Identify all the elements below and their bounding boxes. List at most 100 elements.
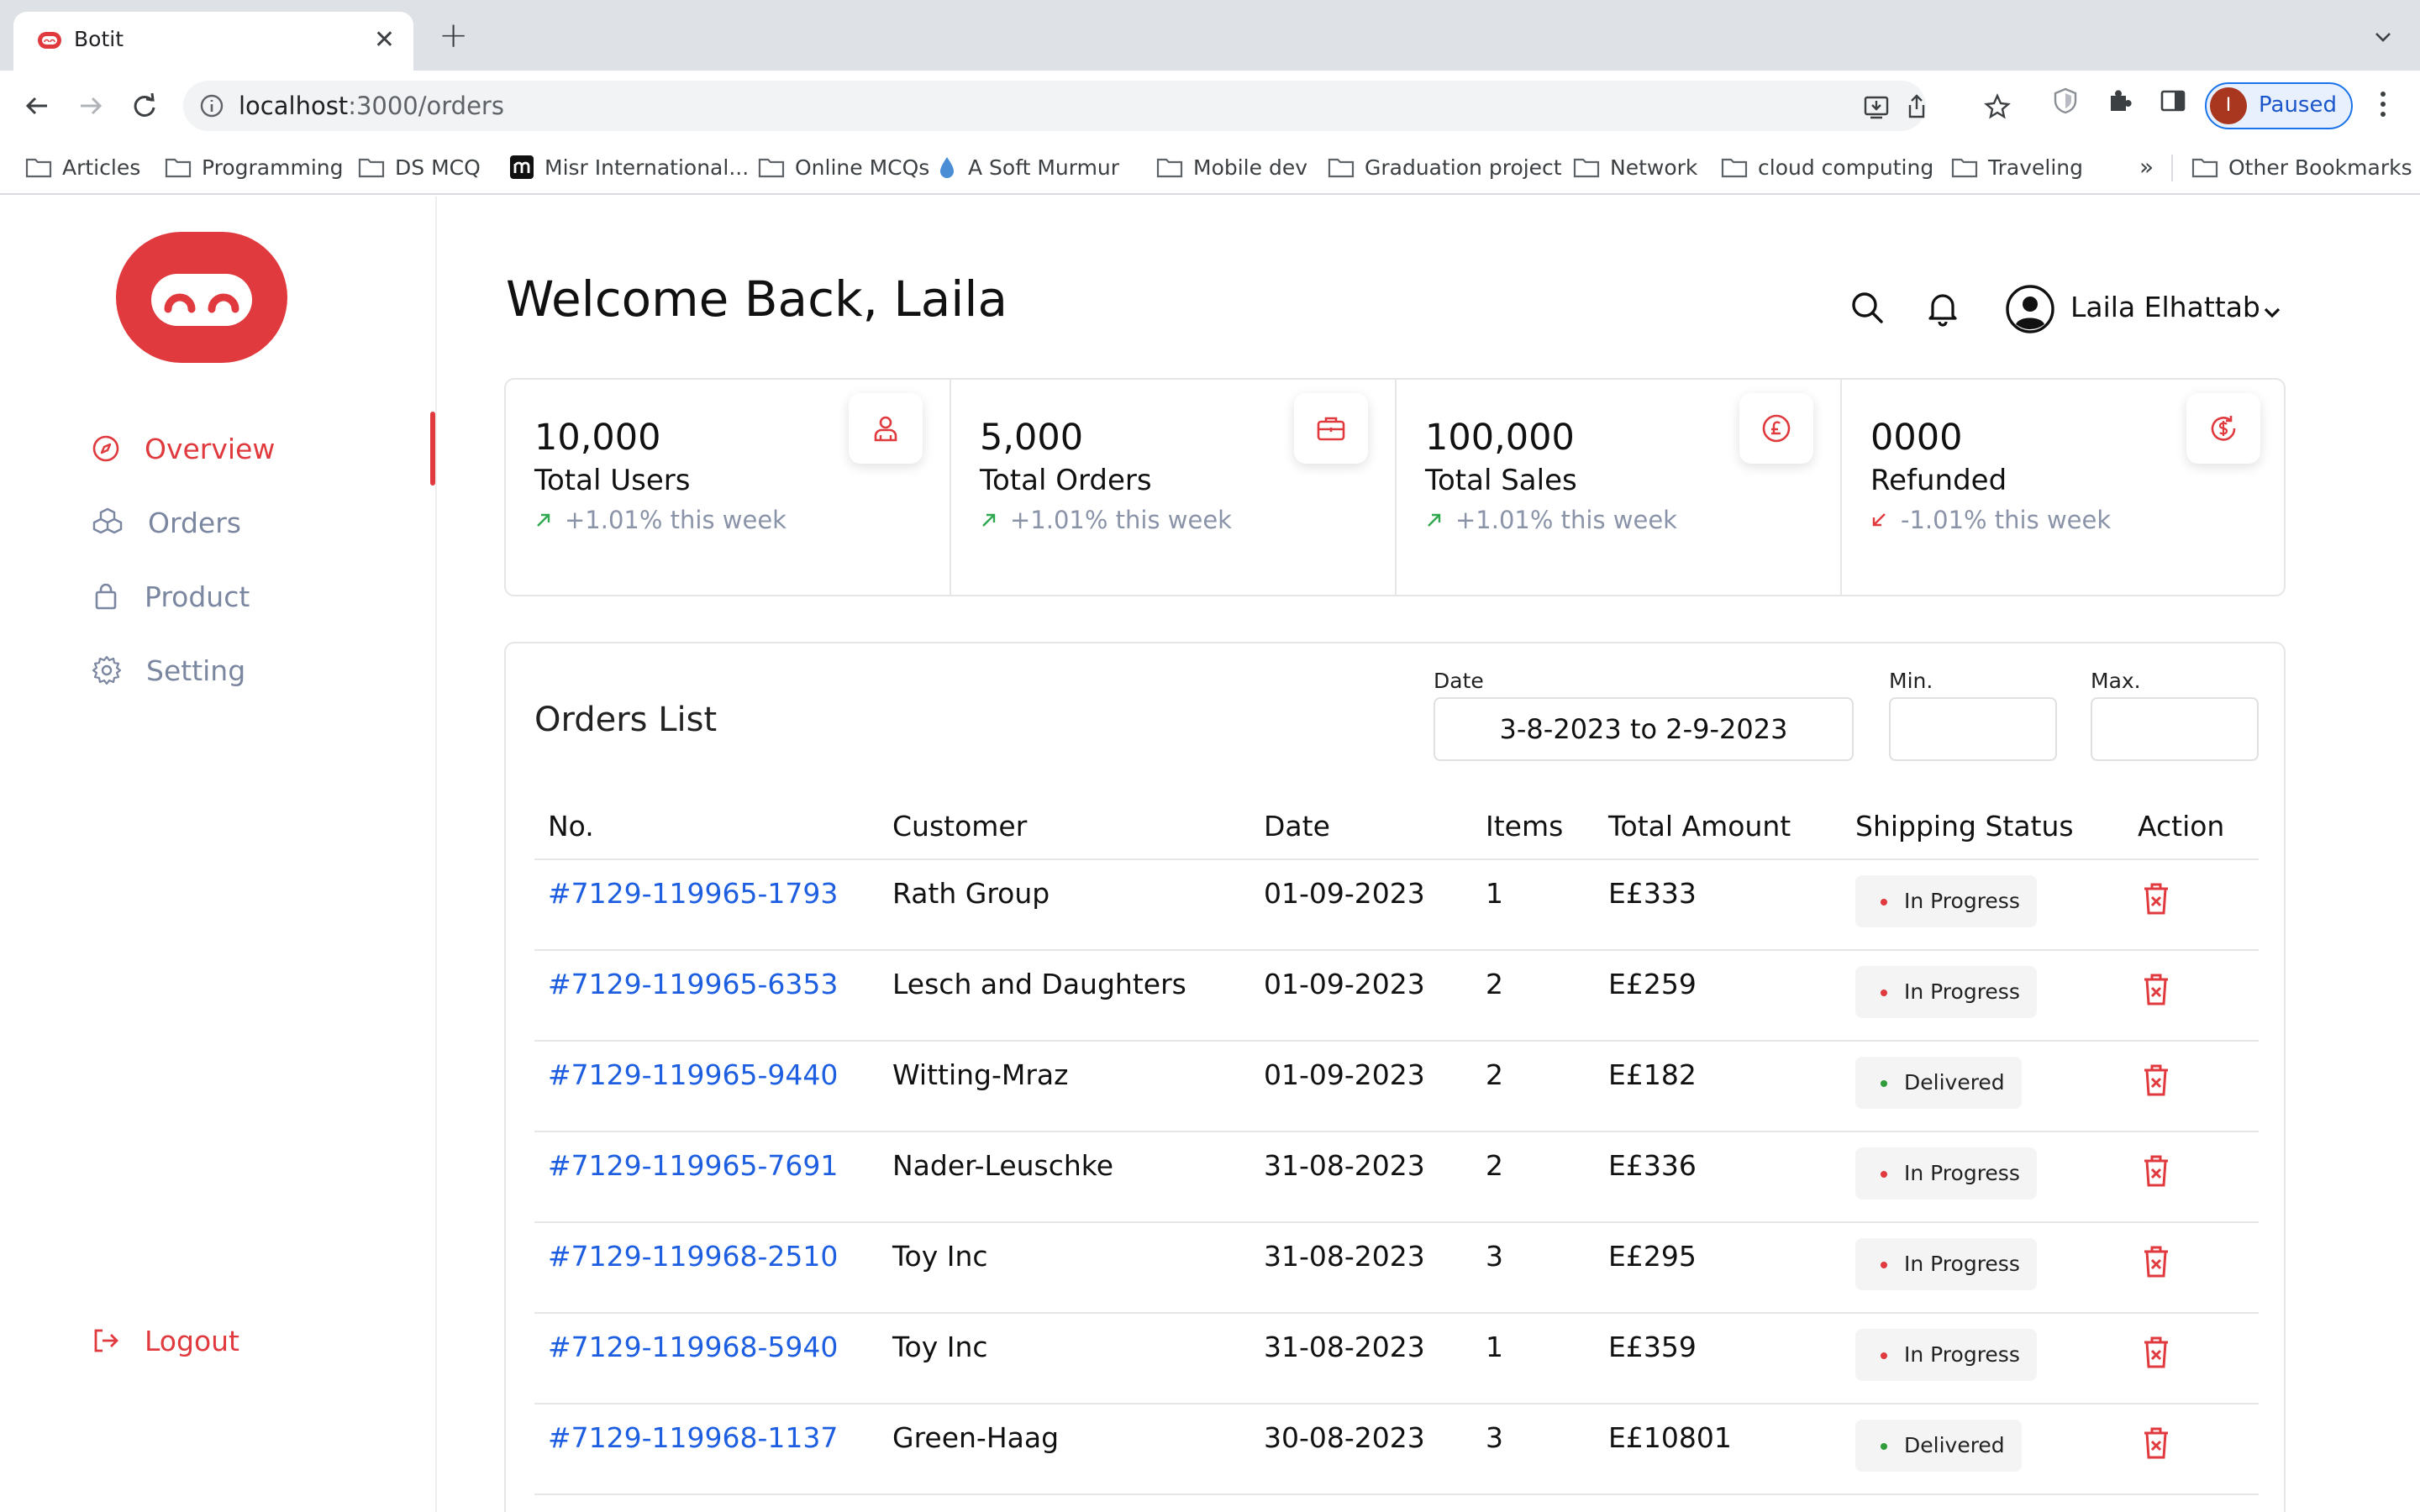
status-badge: Delivered [1855,1057,2022,1109]
bookmark-item[interactable]: Network [1573,153,1697,181]
column-header[interactable]: Items [1486,810,1563,843]
bookmark-item[interactable]: A Soft Murmur [936,153,1119,181]
search-icon[interactable] [1847,287,1887,328]
bookmark-item[interactable]: Online MCQs [758,153,929,181]
date-range-input[interactable]: 3-8-2023 to 2-9-2023 [1434,697,1854,761]
total-amount-cell: E£295 [1608,1240,1697,1273]
min-amount-input[interactable] [1889,697,2057,761]
browser-tab[interactable]: Botit ✕ [13,12,413,71]
order-number-link[interactable]: #7129-119968-2510 [548,1240,838,1273]
bookmark-other-bookmarks[interactable]: Other Bookmarks [2191,153,2412,181]
water-drop-icon [940,157,954,178]
sidebar-item-setting[interactable]: Setting [91,645,245,696]
share-icon[interactable] [1902,92,1931,121]
browser-menu-icon[interactable] [2376,87,2390,121]
bookmark-item[interactable]: Programming [165,153,344,181]
max-amount-input[interactable] [2091,697,2259,761]
column-header[interactable]: Action [2138,810,2224,843]
stat-label: Refunded [1870,464,2007,497]
bookmarks-overflow-icon[interactable]: » [2139,153,2154,181]
total-amount-cell: E£359 [1608,1331,1697,1363]
customer-cell: Rath Group [892,877,1050,910]
orders-panel: Orders List Date 3-8-2023 to 2-9-2023 Mi… [504,642,2286,1512]
sidebar: Overview Orders Product Setting Logout [0,197,437,1512]
customer-cell: Green-Haag [892,1421,1060,1454]
bookmark-star-icon[interactable] [1983,92,2012,121]
bookmark-item[interactable]: Traveling [1951,153,2083,181]
tab-close-icon[interactable]: ✕ [374,24,395,57]
order-number-link[interactable]: #7129-119965-6353 [548,968,838,1000]
order-number-link[interactable]: #7129-119965-9440 [548,1058,838,1091]
stat-trend: +1.01% this week [1425,506,1677,534]
sidebar-item-orders[interactable]: Orders [91,497,241,548]
chevron-down-icon[interactable] [2260,301,2284,324]
sidebar-item-product[interactable]: Product [91,571,250,622]
total-amount-cell: E£333 [1608,877,1697,910]
bookmark-item[interactable]: Misr International... [509,153,749,181]
column-header[interactable]: Shipping Status [1855,810,2074,843]
profile-button[interactable]: I Paused [2205,82,2353,129]
delete-icon[interactable] [2139,880,2173,917]
column-header[interactable]: Date [1264,810,1330,843]
boxes-icon [92,507,123,534]
customer-cell: Nader-Leuschke [892,1149,1114,1182]
order-number-link[interactable]: #7129-119968-5940 [548,1331,838,1363]
total-amount-cell: E£182 [1608,1058,1697,1091]
sidebar-item-label: Product [145,580,250,613]
side-panel-icon[interactable] [2158,86,2188,116]
min-filter-label: Min. [1889,669,1933,693]
date-cell: 01-09-2023 [1264,877,1425,910]
reload-icon[interactable] [126,87,163,124]
tab-search-chevron-icon[interactable] [2371,25,2395,49]
bookmark-item[interactable]: DS MCQ [358,153,481,181]
user-name[interactable]: Laila Elhattab [2070,291,2260,323]
items-cell: 3 [1486,1421,1503,1454]
shield-extension-icon[interactable] [2050,86,2081,116]
delete-icon[interactable] [2139,971,2173,1008]
active-nav-indicator [430,412,435,486]
back-icon[interactable] [18,87,55,124]
extensions-puzzle-icon[interactable] [2104,86,2134,116]
logout-label: Logout [145,1324,239,1357]
order-number-link[interactable]: #7129-119965-1793 [548,877,838,910]
status-dot [1881,1171,1887,1178]
delete-icon[interactable] [2139,1152,2173,1189]
sidebar-item-overview[interactable]: Overview [91,423,275,474]
bookmark-item[interactable]: Mobile dev [1156,153,1307,181]
items-cell: 2 [1486,1149,1503,1182]
order-number-link[interactable]: #7129-119968-1137 [548,1421,838,1454]
address-bar[interactable]: localhost:3000/orders [183,81,1926,131]
delete-icon[interactable] [2139,1334,2173,1371]
date-cell: 30-08-2023 [1264,1421,1425,1454]
site-info-icon[interactable] [198,92,225,119]
stat-trend: +1.01% this week [534,506,786,534]
column-header[interactable]: Total Amount [1608,810,1791,843]
user-avatar-icon[interactable] [2005,284,2055,334]
bookmark-label: Articles [62,155,141,180]
column-header[interactable]: Customer [892,810,1027,843]
forward-icon[interactable] [72,87,109,124]
bookmark-item[interactable]: cloud computing [1721,153,1933,181]
bell-icon[interactable] [1923,287,1963,328]
botit-logo[interactable] [116,232,287,363]
column-header[interactable]: No. [548,810,594,843]
folder-icon [25,158,52,178]
delete-icon[interactable] [2139,1062,2173,1099]
delete-icon[interactable] [2139,1425,2173,1462]
delete-icon[interactable] [2139,1243,2173,1280]
bookmark-label: Online MCQs [795,155,930,180]
trend-up-icon [537,513,550,527]
status-badge: In Progress [1855,1238,2037,1290]
install-app-icon[interactable] [1862,92,1891,121]
folder-icon [1328,158,1355,178]
new-tab-icon[interactable]: + [439,18,468,53]
bookmark-item[interactable]: Graduation project [1328,153,1562,181]
bookmarks-separator [2171,155,2173,181]
logout-button[interactable]: Logout [91,1315,239,1366]
bookmark-label: Misr International... [544,155,750,180]
order-number-link[interactable]: #7129-119965-7691 [548,1149,838,1182]
bookmark-item[interactable]: Articles [25,153,140,181]
logout-icon [94,1329,118,1352]
folder-icon [358,158,385,178]
table-row: #7129-119965-6353 Lesch and Daughters 01-0… [534,951,2259,1042]
